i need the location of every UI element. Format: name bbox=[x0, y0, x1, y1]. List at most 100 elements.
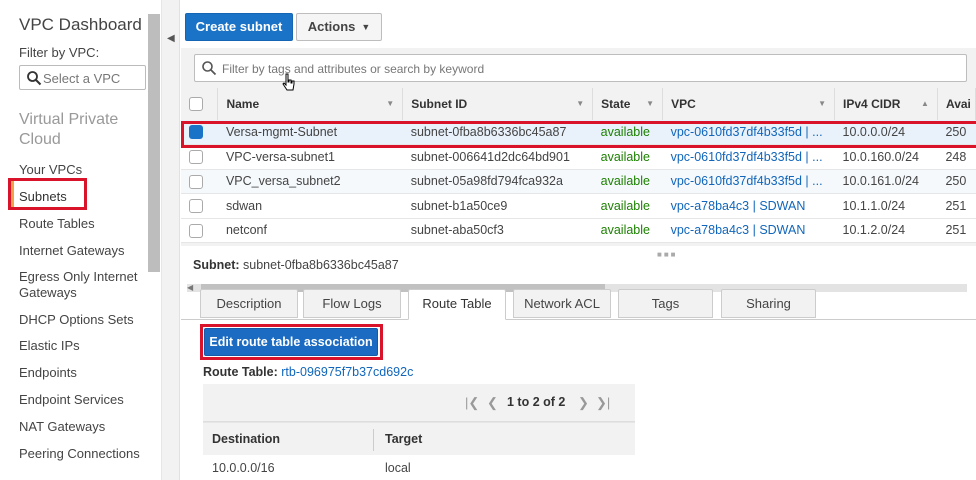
sidebar-item-endpoints[interactable]: Endpoints bbox=[19, 365, 144, 381]
row-checkbox[interactable] bbox=[189, 150, 203, 165]
sidebar-item-egress-only-internet-gateways[interactable]: Egress Only Internet Gateways bbox=[19, 269, 144, 301]
tab-description[interactable]: Description bbox=[200, 289, 298, 318]
sidebar-item-elastic-ips[interactable]: Elastic IPs bbox=[19, 338, 144, 354]
route-table-key: Route Table: bbox=[203, 365, 278, 379]
table-row[interactable]: VPC_versa_subnet2 subnet-05a98fd794fca93… bbox=[181, 169, 976, 194]
sidebar-item-dhcp-options-sets[interactable]: DHCP Options Sets bbox=[19, 312, 144, 328]
chevron-down-icon: ▼ bbox=[646, 99, 655, 108]
table-row: 10.0.0.0/16 local bbox=[203, 455, 635, 480]
last-page-icon[interactable]: ❯| bbox=[596, 395, 610, 411]
select-all-header[interactable] bbox=[181, 88, 219, 120]
tab-route-table[interactable]: Route Table bbox=[408, 289, 506, 320]
vpc-select[interactable]: Select a VPC bbox=[19, 65, 146, 90]
sidebar: VPC Dashboard Filter by VPC: Select a VP… bbox=[0, 0, 162, 480]
prev-page-icon[interactable]: ❮ bbox=[487, 395, 498, 411]
sort-ascending-icon: ▲ bbox=[921, 99, 929, 108]
sidebar-collapse-handle[interactable]: ◀ bbox=[162, 0, 180, 480]
cell-ipv4-cidr: 10.0.161.0/24 bbox=[834, 169, 938, 194]
column-header-ipv4-cidr[interactable]: IPv4 CIDR ▲ bbox=[834, 88, 938, 120]
selected-row-highlight-box bbox=[181, 121, 976, 148]
next-page-icon[interactable]: ❯ bbox=[578, 395, 589, 411]
cell-ipv4-cidr: 10.1.2.0/24 bbox=[834, 218, 938, 243]
first-page-icon[interactable]: |❮ bbox=[465, 395, 479, 411]
cell-vpc-link[interactable]: vpc-0610fd37df4b33f5d | ... bbox=[662, 144, 835, 170]
chevron-down-icon: ▼ bbox=[576, 99, 585, 108]
table-header-row: Name ▼ Subnet ID ▼ State ▼ VPC ▼ IPv4 CIDR ▲ … bbox=[181, 88, 976, 120]
column-header-state[interactable]: State ▼ bbox=[592, 88, 664, 120]
column-header-available[interactable]: Avai bbox=[937, 88, 976, 120]
cell-vpc-link[interactable]: vpc-0610fd37df4b33f5d | ... bbox=[662, 169, 835, 194]
route-table-link[interactable]: rtb-096975f7b37cd692c bbox=[281, 365, 413, 379]
column-label: IPv4 CIDR bbox=[843, 97, 901, 111]
pagination-text: 1 to 2 of 2 bbox=[507, 395, 566, 409]
row-checkbox[interactable] bbox=[189, 199, 203, 214]
row-checkbox-cell bbox=[181, 218, 218, 243]
cell-state: available bbox=[592, 218, 663, 243]
row-checkbox-cell bbox=[181, 169, 218, 194]
column-header-destination[interactable]: Destination bbox=[212, 432, 280, 446]
cell-vpc-link[interactable]: vpc-a78ba4c3 | SDWAN bbox=[662, 218, 835, 243]
pagination: |❮ ❮ 1 to 2 of 2 ❯ ❯| bbox=[203, 384, 635, 422]
actions-button[interactable]: Actions ▼ bbox=[296, 13, 382, 41]
cell-available: 251 bbox=[937, 193, 976, 219]
cell-name: netconf bbox=[217, 218, 403, 243]
tab-flow-logs[interactable]: Flow Logs bbox=[303, 289, 401, 318]
selected-subnet-label: Subnet: subnet-0fba8b6336bc45a87 bbox=[193, 258, 399, 272]
column-label: Avai bbox=[945, 97, 971, 111]
cell-state: available bbox=[592, 169, 663, 194]
cell-available: 250 bbox=[937, 169, 976, 194]
sidebar-item-peering-connections[interactable]: Peering Connections bbox=[19, 446, 144, 462]
create-subnet-button[interactable]: Create subnet bbox=[185, 13, 293, 41]
select-all-checkbox[interactable] bbox=[189, 97, 203, 112]
sidebar-item-subnets[interactable]: Subnets bbox=[19, 189, 144, 205]
chevron-down-icon: ▼ bbox=[386, 99, 395, 108]
cell-subnet-id: subnet-b1a50ce9 bbox=[402, 193, 593, 219]
column-label: State bbox=[601, 97, 631, 111]
cell-name: sdwan bbox=[217, 193, 403, 219]
column-header-subnet-id[interactable]: Subnet ID ▼ bbox=[402, 88, 594, 120]
sidebar-item-endpoint-services[interactable]: Endpoint Services bbox=[19, 392, 144, 408]
row-checkbox[interactable] bbox=[189, 223, 203, 238]
cell-available: 248 bbox=[937, 144, 976, 170]
tab-tags[interactable]: Tags bbox=[618, 289, 713, 318]
search-placeholder: Filter by tags and attributes or search … bbox=[222, 62, 485, 76]
cell-subnet-id: subnet-006641d2dc64bd901 bbox=[402, 144, 593, 170]
routes-table-header: Destination Target bbox=[203, 422, 635, 455]
column-label: Name bbox=[226, 97, 260, 111]
search-icon bbox=[27, 71, 42, 86]
sidebar-item-nat-gateways[interactable]: NAT Gateways bbox=[19, 419, 144, 435]
sidebar-item-internet-gateways[interactable]: Internet Gateways bbox=[19, 243, 144, 259]
routes-table: |❮ ❮ 1 to 2 of 2 ❯ ❯| Destination Target… bbox=[203, 384, 635, 480]
mouse-cursor-icon bbox=[282, 73, 295, 91]
cell-ipv4-cidr: 10.0.160.0/24 bbox=[834, 144, 938, 170]
main-content: Create subnet Actions ▼ Filter by tags an… bbox=[181, 0, 976, 480]
pane-resize-handle[interactable]: ■■■ bbox=[657, 250, 678, 259]
route-table-label: Route Table: rtb-096975f7b37cd692c bbox=[203, 365, 413, 379]
sidebar-title: VPC Dashboard bbox=[19, 15, 142, 34]
cell-target: local bbox=[385, 461, 411, 475]
column-header-name[interactable]: Name ▼ bbox=[217, 88, 404, 120]
tab-sharing[interactable]: Sharing bbox=[721, 289, 816, 318]
cell-state: available bbox=[592, 144, 663, 170]
table-row[interactable]: netconf subnet-aba50cf3 available vpc-a7… bbox=[181, 218, 976, 243]
sidebar-scrollbar[interactable] bbox=[148, 14, 160, 272]
edit-route-table-association-button[interactable]: Edit route table association bbox=[204, 328, 378, 356]
subnet-label-value: subnet-0fba8b6336bc45a87 bbox=[243, 258, 399, 272]
table-row[interactable]: sdwan subnet-b1a50ce9 available vpc-a78b… bbox=[181, 193, 976, 219]
table-row[interactable]: VPC-versa-subnet1 subnet-006641d2dc64bd9… bbox=[181, 144, 976, 170]
column-header-vpc[interactable]: VPC ▼ bbox=[662, 88, 836, 120]
sidebar-item-your-vpcs[interactable]: Your VPCs bbox=[19, 162, 144, 178]
cell-vpc-link[interactable]: vpc-a78ba4c3 | SDWAN bbox=[662, 193, 835, 219]
chevron-left-icon: ◀ bbox=[167, 33, 175, 44]
subnet-label-key: Subnet: bbox=[193, 258, 240, 272]
actions-label: Actions bbox=[307, 19, 356, 34]
sidebar-item-route-tables[interactable]: Route Tables bbox=[19, 216, 144, 232]
vpc-select-placeholder: Select a VPC bbox=[43, 71, 121, 86]
column-header-target[interactable]: Target bbox=[385, 432, 422, 446]
filter-search-input[interactable]: Filter by tags and attributes or search … bbox=[194, 54, 967, 82]
tab-network-acl[interactable]: Network ACL bbox=[513, 289, 611, 318]
detail-tabs: Description Flow Logs Route Table Networ… bbox=[181, 289, 976, 320]
cell-name: VPC_versa_subnet2 bbox=[217, 169, 403, 194]
chevron-down-icon: ▼ bbox=[361, 22, 371, 32]
row-checkbox[interactable] bbox=[189, 174, 203, 189]
